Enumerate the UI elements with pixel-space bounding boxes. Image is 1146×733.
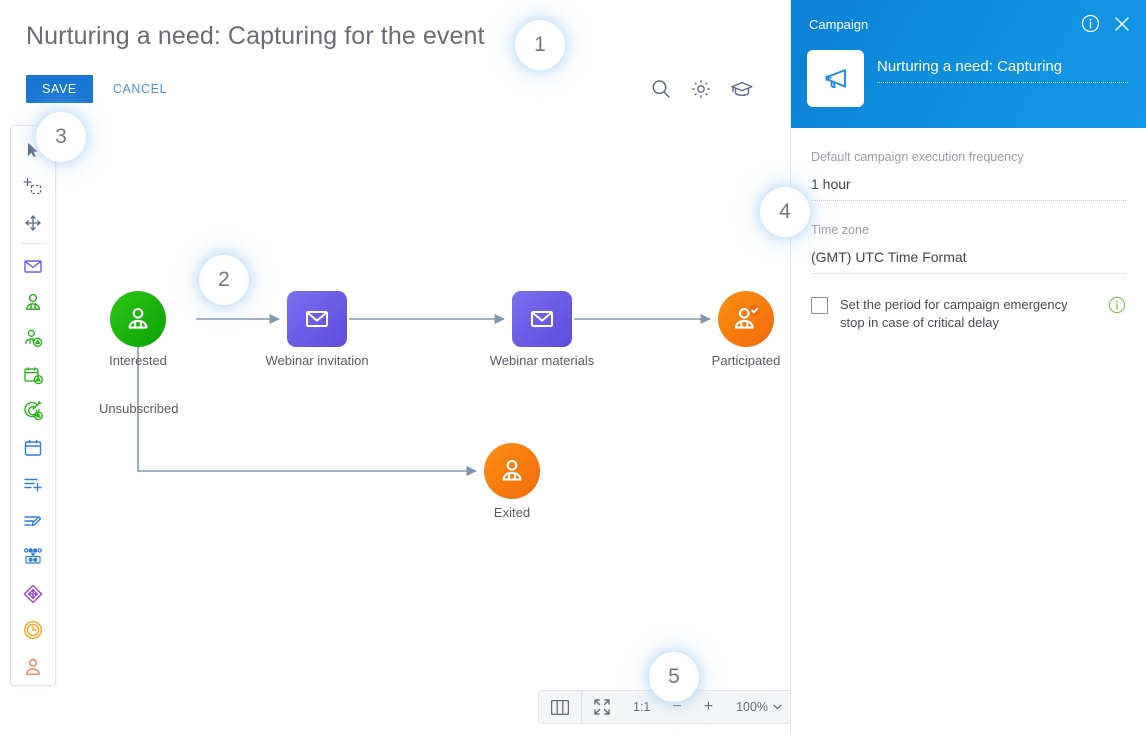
cancel-button[interactable]: CANCEL: [113, 75, 167, 103]
node-label-participated: Participated: [711, 353, 781, 368]
emergency-stop-row: Set the period for campaign emergency st…: [811, 296, 1126, 332]
main-content-area: Nurturing a need: Capturing for the even…: [0, 0, 794, 733]
add-audience-element-tool[interactable]: [16, 320, 50, 356]
add-record-element-tool[interactable]: [16, 466, 50, 502]
zoom-ratio-button[interactable]: 1:1: [622, 691, 661, 723]
save-button[interactable]: SAVE: [26, 75, 93, 103]
panel-header-icon-group: [1081, 14, 1130, 38]
chevron-down-icon: [773, 704, 782, 710]
layers-panel-button[interactable]: [539, 691, 581, 723]
graduation-cap-icon[interactable]: [730, 78, 753, 100]
callout-badge-4: 4: [764, 191, 806, 233]
edge-label-unsubscribed: Unsubscribed: [99, 401, 179, 416]
info-icon[interactable]: [1108, 296, 1126, 319]
panel-body: Default campaign execution frequency 1 h…: [791, 128, 1146, 332]
campaign-name-field[interactable]: Nurturing a need: Capturing: [877, 58, 1128, 83]
megaphone-icon: [807, 50, 864, 107]
tool-palette: [10, 125, 56, 686]
time-zone-value[interactable]: (GMT) UTC Time Format: [811, 249, 1126, 274]
zoom-level-select[interactable]: 100%: [724, 700, 792, 714]
pan-move-tool[interactable]: [16, 205, 50, 241]
tool-divider: [20, 243, 46, 245]
audience-icon[interactable]: [110, 291, 166, 347]
condition-element-tool[interactable]: [16, 576, 50, 612]
schedule-element-tool[interactable]: [16, 357, 50, 393]
close-icon[interactable]: [1114, 16, 1130, 37]
callout-badge-1: 1: [519, 24, 561, 66]
field-label: Default campaign execution frequency: [811, 150, 1024, 164]
diagram-edges: [137, 313, 711, 477]
emergency-stop-checkbox[interactable]: [811, 297, 828, 314]
fit-to-screen-button[interactable]: [582, 691, 622, 723]
info-icon[interactable]: [1081, 14, 1100, 38]
timer-element-tool[interactable]: [16, 612, 50, 648]
participated-icon[interactable]: [718, 291, 774, 347]
node-webinar-invitation[interactable]: Webinar invitation: [265, 291, 369, 368]
zoom-level-value: 100%: [736, 700, 769, 714]
calendar-element-tool[interactable]: [16, 430, 50, 466]
panel-header: Campaign Nurturing a need: Capturing: [791, 0, 1146, 128]
zoom-in-button[interactable]: +: [693, 691, 724, 723]
split-flow-element-tool[interactable]: [16, 539, 50, 575]
edit-record-element-tool[interactable]: [16, 503, 50, 539]
callout-badge-3: 3: [40, 116, 82, 158]
exit-element-tool[interactable]: [16, 648, 50, 684]
panel-title: Campaign: [809, 17, 869, 32]
field-execution-frequency: Default campaign execution frequency 1 h…: [811, 128, 1126, 201]
email-icon[interactable]: [512, 291, 572, 347]
node-participated[interactable]: Participated: [712, 291, 780, 368]
campaign-diagram-canvas[interactable]: Interested Webinar invitation Webinar ma…: [70, 125, 790, 655]
email-element-tool[interactable]: [16, 247, 50, 283]
audience-element-tool[interactable]: [16, 284, 50, 320]
node-webinar-materials[interactable]: Webinar materials: [490, 291, 594, 368]
exit-person-icon[interactable]: [484, 443, 540, 499]
node-label-interested: Interested: [109, 353, 167, 368]
node-label-webinar-invitation: Webinar invitation: [265, 353, 369, 368]
search-icon[interactable]: [650, 78, 672, 100]
gear-icon[interactable]: [690, 78, 712, 100]
node-label-webinar-materials: Webinar materials: [489, 353, 595, 368]
emergency-stop-label: Set the period for campaign emergency st…: [840, 297, 1068, 330]
field-label: Time zone: [811, 223, 869, 237]
campaign-target-element-tool[interactable]: [16, 393, 50, 429]
add-selection-tool[interactable]: [16, 168, 50, 204]
campaign-properties-panel: Campaign Nurturing a need: Capturing Def…: [790, 0, 1146, 733]
node-exited[interactable]: Exited: [484, 443, 540, 520]
node-label-exited: Exited: [493, 505, 531, 520]
campaign-name-value[interactable]: Nurturing a need: Capturing: [877, 58, 1128, 83]
execution-frequency-value[interactable]: 1 hour: [811, 176, 1126, 201]
callout-badge-5: 5: [653, 656, 695, 698]
field-time-zone: Time zone (GMT) UTC Time Format: [811, 201, 1126, 274]
action-bar: SAVE CANCEL: [26, 75, 167, 103]
node-interested[interactable]: Interested: [109, 291, 167, 368]
page-title: Nurturing a need: Capturing for the even…: [26, 22, 485, 50]
email-icon[interactable]: [287, 291, 347, 347]
callout-badge-2: 2: [203, 259, 245, 301]
header-icon-group: [650, 78, 753, 100]
